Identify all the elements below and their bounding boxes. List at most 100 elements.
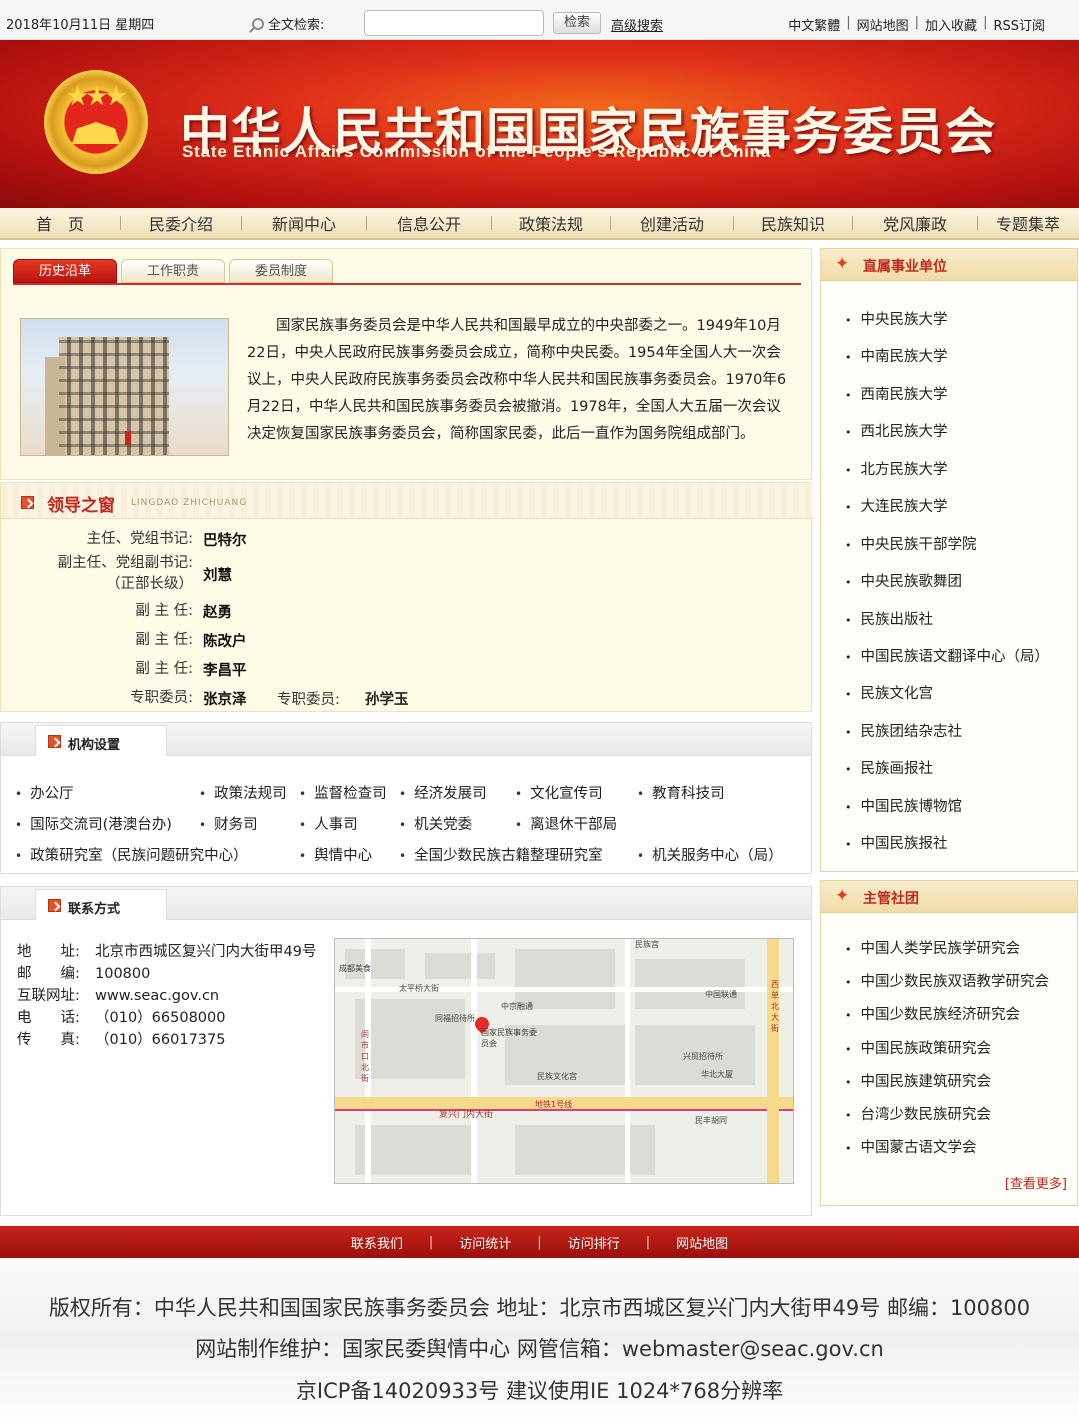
leader-role: 副主任、党组副书记: （正部长级）	[57, 555, 193, 592]
visit-rank-link[interactable]: 访问排行	[568, 1233, 620, 1252]
unit-link[interactable]: 民族画报社	[845, 757, 934, 778]
sitemap-link[interactable]: 网站地图	[857, 15, 909, 34]
org-item[interactable]: 国际交流司(港澳台办)	[15, 813, 172, 834]
leader-name[interactable]: 刘慧	[203, 564, 232, 585]
footer-sitemap-link[interactable]: 网站地图	[676, 1233, 728, 1252]
location-map[interactable]: 太平桥大街 国家民族事务委员会 复兴门内大街 西单北大街 民族文化宫 中京融通 …	[334, 938, 794, 1184]
society-link[interactable]: 中国民族建筑研究会	[845, 1070, 992, 1091]
leader-name[interactable]: 赵勇	[203, 601, 232, 622]
org-item[interactable]: 教育科技司	[637, 782, 725, 803]
nav-home[interactable]: 首 页	[0, 211, 120, 235]
unit-link[interactable]: 民族出版社	[845, 608, 934, 629]
unit-link[interactable]: 中国民族博物馆	[845, 795, 963, 816]
org-item[interactable]: 政策法规司	[199, 782, 287, 803]
society-link[interactable]: 中国少数民族双语教学研究会	[845, 970, 1050, 991]
nav-topics[interactable]: 专题集萃	[978, 211, 1078, 235]
leader-role: 副 主 任:	[135, 632, 193, 648]
leader-role: 专职委员:	[277, 692, 340, 708]
star-icon: ✦	[835, 254, 850, 274]
contact-row: 地 址: 北京市西城区复兴门内大街甲49号	[17, 940, 316, 961]
search-button[interactable]: 检索	[553, 12, 601, 34]
date-text: 2018年10月11日 星期四	[6, 18, 155, 33]
org-item[interactable]: 监督检查司	[299, 782, 387, 803]
about-panel: 历史沿革 工作职责 委员制度 国家民族事务委员会是中华人民共和国最早成立的中央部…	[0, 248, 812, 480]
society-link[interactable]: 中国蒙古语文学会	[845, 1136, 977, 1157]
map-label: 同福招待所	[435, 1014, 475, 1023]
search-icon	[252, 17, 264, 30]
more-link[interactable]: [查看更多]	[1005, 1173, 1067, 1192]
banner: ★★★ 中华人民共和国国家民族事务委员会 State Ethnic Affair…	[0, 40, 1079, 208]
org-item[interactable]: 人事司	[299, 813, 358, 834]
unit-link[interactable]: 中国民族语文翻译中心（局）	[845, 645, 1050, 666]
tab-members[interactable]: 委员制度	[229, 259, 333, 283]
societies-panel: ✦ 主管社团 中国人类学民族学研究会 中国少数民族双语教学研究会 中国少数民族经…	[820, 880, 1078, 1206]
org-item[interactable]: 经济发展司	[399, 782, 487, 803]
society-link[interactable]: 中国人类学民族学研究会	[845, 937, 1021, 958]
arrow-box-icon	[21, 496, 34, 509]
org-item[interactable]: 文化宣传司	[515, 782, 603, 803]
org-item[interactable]: 机关服务中心（局）	[637, 844, 783, 865]
rss-link[interactable]: RSS订阅	[993, 15, 1045, 34]
unit-link[interactable]: 中国民族报社	[845, 832, 948, 853]
contact-us-link[interactable]: 联系我们	[351, 1233, 403, 1252]
societies-header: ✦ 主管社团	[821, 881, 1077, 913]
org-item[interactable]: 舆情中心	[299, 844, 372, 865]
leader-name[interactable]: 陈改户	[203, 630, 247, 651]
visit-stats-link[interactable]: 访问统计	[459, 1233, 511, 1252]
unit-link[interactable]: 中南民族大学	[845, 345, 948, 366]
org-tab: 机构设置	[35, 725, 167, 757]
society-link[interactable]: 中国民族政策研究会	[845, 1037, 992, 1058]
main-nav: 首 页 民委介绍 新闻中心 信息公开 政策法规 创建活动 民族知识 党风廉政 专…	[0, 208, 1079, 240]
unit-link[interactable]: 民族文化宫	[845, 682, 934, 703]
unit-link[interactable]: 中央民族干部学院	[845, 533, 977, 554]
unit-link[interactable]: 西南民族大学	[845, 383, 948, 404]
leader-name[interactable]: 孙学玉	[365, 688, 409, 709]
org-item[interactable]: 离退休干部局	[515, 813, 617, 834]
unit-link[interactable]: 西北民族大学	[845, 420, 948, 441]
leaders-title: 领导之窗	[47, 496, 115, 516]
traditional-chinese-link[interactable]: 中文繁體	[788, 15, 840, 34]
nav-news[interactable]: 新闻中心	[242, 211, 366, 235]
tab-history[interactable]: 历史沿革	[13, 259, 117, 283]
org-item[interactable]: 全国少数民族古籍整理研究室	[399, 844, 603, 865]
contact-header: 联系方式	[0, 886, 812, 921]
unit-link[interactable]: 民族团结杂志社	[845, 720, 963, 741]
star-icon: ✦	[835, 886, 850, 906]
org-item[interactable]: 机关党委	[399, 813, 472, 834]
nav-about[interactable]: 民委介绍	[121, 211, 241, 235]
unit-link[interactable]: 中央民族大学	[845, 308, 948, 329]
tab-underline	[13, 283, 801, 285]
nav-info[interactable]: 信息公开	[367, 211, 491, 235]
website-link[interactable]: www.seac.gov.cn	[95, 988, 219, 1004]
contact-row: 传 真: （010）66017375	[17, 1028, 225, 1049]
nav-policy[interactable]: 政策法规	[492, 211, 610, 235]
map-label: 西单北大街	[771, 980, 779, 1033]
leader-name[interactable]: 张京泽	[203, 688, 247, 709]
add-favorite-link[interactable]: 加入收藏	[925, 15, 977, 34]
contact-key: 互联网址:	[17, 988, 80, 1004]
map-label: 华北大厦	[701, 1070, 733, 1079]
contact-key: 邮 编:	[17, 966, 80, 982]
unit-link[interactable]: 中央民族歌舞团	[845, 570, 963, 591]
leader-name[interactable]: 李昌平	[203, 659, 247, 680]
search-input[interactable]	[364, 10, 544, 36]
org-item[interactable]: 财务司	[199, 813, 258, 834]
arrow-box-icon	[48, 899, 61, 912]
top-links: 中文繁體 | 网站地图 | 加入收藏 | RSS订阅	[788, 15, 1045, 34]
society-link[interactable]: 中国少数民族经济研究会	[845, 1003, 1021, 1024]
advanced-search-link[interactable]: 高级搜索	[611, 15, 663, 34]
org-item[interactable]: 办公厅	[15, 782, 74, 803]
map-label: 复兴门内大街	[439, 1110, 494, 1120]
org-item[interactable]: 政策研究室（民族问题研究中心）	[15, 844, 248, 865]
society-link[interactable]: 台湾少数民族研究会	[845, 1103, 992, 1124]
unit-link[interactable]: 北方民族大学	[845, 458, 948, 479]
unit-link[interactable]: 大连民族大学	[845, 495, 948, 516]
tab-duties[interactable]: 工作职责	[121, 259, 225, 283]
leader-name[interactable]: 巴特尔	[203, 529, 247, 550]
top-bar: 2018年10月11日 星期四 全文检索: 检索 高级搜索 中文繁體 | 网站地图…	[0, 0, 1079, 40]
leader-role: 主任、党组书记:	[86, 531, 193, 547]
nav-knowledge[interactable]: 民族知识	[734, 211, 852, 235]
org-header: 机构设置	[0, 722, 812, 757]
nav-integrity[interactable]: 党风廉政	[853, 211, 977, 235]
nav-activities[interactable]: 创建活动	[611, 211, 733, 235]
